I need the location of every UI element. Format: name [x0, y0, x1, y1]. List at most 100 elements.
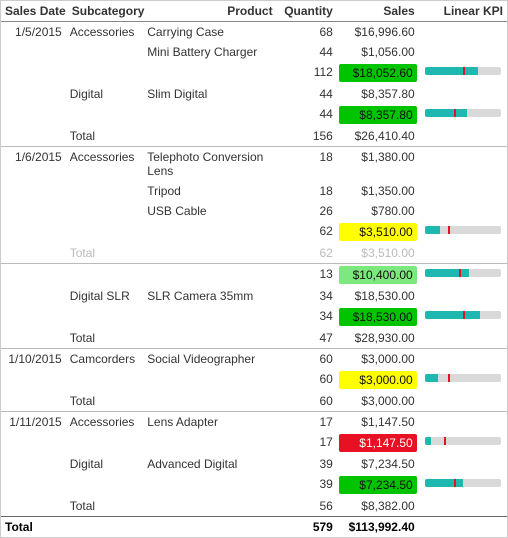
quantity-cell: 60 — [277, 369, 337, 391]
sales-cell: $8,357.80 — [337, 104, 419, 126]
quantity-cell: 68 — [277, 22, 337, 43]
group-total-row: Total47$28,930.00 — [1, 328, 507, 349]
quantity-cell: 44 — [277, 42, 337, 62]
table-row: Mini Battery Charger44$1,056.00 — [1, 42, 507, 62]
quantity-cell: 39 — [277, 454, 337, 474]
subcategory-cell — [68, 306, 146, 328]
table-row: Tripod18$1,350.00 — [1, 181, 507, 201]
quantity-cell: 17 — [277, 412, 337, 433]
sales-cell: $26,410.40 — [337, 126, 419, 147]
status-badge: $10,400.00 — [339, 266, 417, 284]
kpi-bar — [425, 311, 480, 319]
header-sales[interactable]: Sales — [337, 1, 419, 22]
date-cell: 1/11/2015 — [1, 412, 68, 433]
quantity-cell: 26 — [277, 201, 337, 221]
quantity-cell: 34 — [277, 306, 337, 328]
header-sales-date[interactable]: Sales Date — [1, 1, 68, 22]
header-linear-kpi[interactable]: Linear KPI — [419, 1, 507, 22]
header-subcategory[interactable]: Subcategory — [68, 1, 146, 22]
quantity-cell: 112 — [277, 62, 337, 84]
sales-cell: $3,510.00 — [337, 221, 419, 243]
header-product[interactable]: Product — [145, 1, 276, 22]
total-label: Total — [68, 391, 146, 412]
sales-cell: $1,147.50 — [337, 412, 419, 433]
date-cell — [1, 42, 68, 62]
header-quantity[interactable]: Quantity — [277, 1, 337, 22]
quantity-cell: 62 — [277, 243, 337, 264]
kpi-bar — [425, 269, 469, 277]
table-row: Digital SLRSLR Camera 35mm34$18,530.00 — [1, 286, 507, 306]
subcategory-cell: Accessories — [68, 412, 146, 433]
table-row: 1/11/2015AccessoriesLens Adapter17$1,147… — [1, 412, 507, 433]
date-cell — [1, 454, 68, 474]
sales-cell: $780.00 — [337, 201, 419, 221]
date-cell — [1, 264, 68, 287]
status-badge: $3,510.00 — [339, 223, 417, 241]
subtotal-row: 44$8,357.80 — [1, 104, 507, 126]
subtotal-row: 39$7,234.50 — [1, 474, 507, 496]
date-cell — [1, 221, 68, 243]
group-total-row: Total156$26,410.40 — [1, 126, 507, 147]
quantity-cell: 60 — [277, 349, 337, 370]
kpi-target-mark — [459, 269, 461, 277]
grand-total-row: Total579$113,992.40 — [1, 517, 507, 538]
kpi-cell — [419, 432, 507, 454]
sales-cell: $3,510.00 — [337, 243, 419, 264]
date-cell — [1, 474, 68, 496]
product-cell: Tripod — [145, 181, 276, 201]
product-cell: Telephoto Conversion Lens — [145, 147, 276, 182]
table-row: DigitalSlim Digital44$8,357.80 — [1, 84, 507, 104]
date-cell — [1, 104, 68, 126]
sales-cell: $113,992.40 — [337, 517, 419, 538]
product-cell: USB Cable — [145, 201, 276, 221]
subtotal-row: 60$3,000.00 — [1, 369, 507, 391]
date-cell — [1, 84, 68, 104]
subcategory-cell — [68, 221, 146, 243]
linear-kpi — [425, 269, 501, 277]
sales-cell: $18,530.00 — [337, 286, 419, 306]
linear-kpi — [425, 109, 501, 117]
subtotal-row: 34$18,530.00 — [1, 306, 507, 328]
total-label: Total — [68, 328, 146, 349]
product-cell: Social Videographer — [145, 349, 276, 370]
status-badge: $3,000.00 — [339, 371, 417, 389]
kpi-cell — [419, 62, 507, 84]
quantity-cell: 44 — [277, 104, 337, 126]
kpi-bar — [425, 479, 463, 487]
sales-cell: $10,400.00 — [337, 264, 419, 287]
quantity-cell: 18 — [277, 147, 337, 182]
header-row: Sales Date Subcategory Product Quantity … — [1, 1, 507, 22]
subcategory-cell: Digital — [68, 84, 146, 104]
kpi-target-mark — [454, 479, 456, 487]
kpi-cell — [419, 104, 507, 126]
kpi-bar — [425, 374, 439, 382]
product-cell: Slim Digital — [145, 84, 276, 104]
quantity-cell: 62 — [277, 221, 337, 243]
kpi-cell — [419, 264, 507, 287]
sales-cell: $18,530.00 — [337, 306, 419, 328]
kpi-bar — [425, 437, 431, 445]
subcategory-cell: Digital SLR — [68, 286, 146, 306]
subcategory-cell — [68, 369, 146, 391]
subcategory-cell — [68, 42, 146, 62]
kpi-cell — [419, 306, 507, 328]
total-label: Total — [68, 496, 146, 517]
product-cell: Mini Battery Charger — [145, 42, 276, 62]
kpi-bar — [425, 226, 440, 234]
total-label: Total — [68, 243, 146, 264]
table-row: 1/10/2015CamcordersSocial Videographer60… — [1, 349, 507, 370]
kpi-target-mark — [454, 109, 456, 117]
kpi-target-mark — [448, 226, 450, 234]
subcategory-cell — [68, 181, 146, 201]
subcategory-cell — [68, 62, 146, 84]
date-cell — [1, 201, 68, 221]
date-cell: 1/5/2015 — [1, 22, 68, 43]
group-total-row: Total56$8,382.00 — [1, 496, 507, 517]
sales-cell: $3,000.00 — [337, 391, 419, 412]
linear-kpi — [425, 374, 501, 382]
date-cell — [1, 181, 68, 201]
subcategory-cell: Camcorders — [68, 349, 146, 370]
date-cell — [1, 432, 68, 454]
linear-kpi — [425, 67, 501, 75]
quantity-cell: 39 — [277, 474, 337, 496]
